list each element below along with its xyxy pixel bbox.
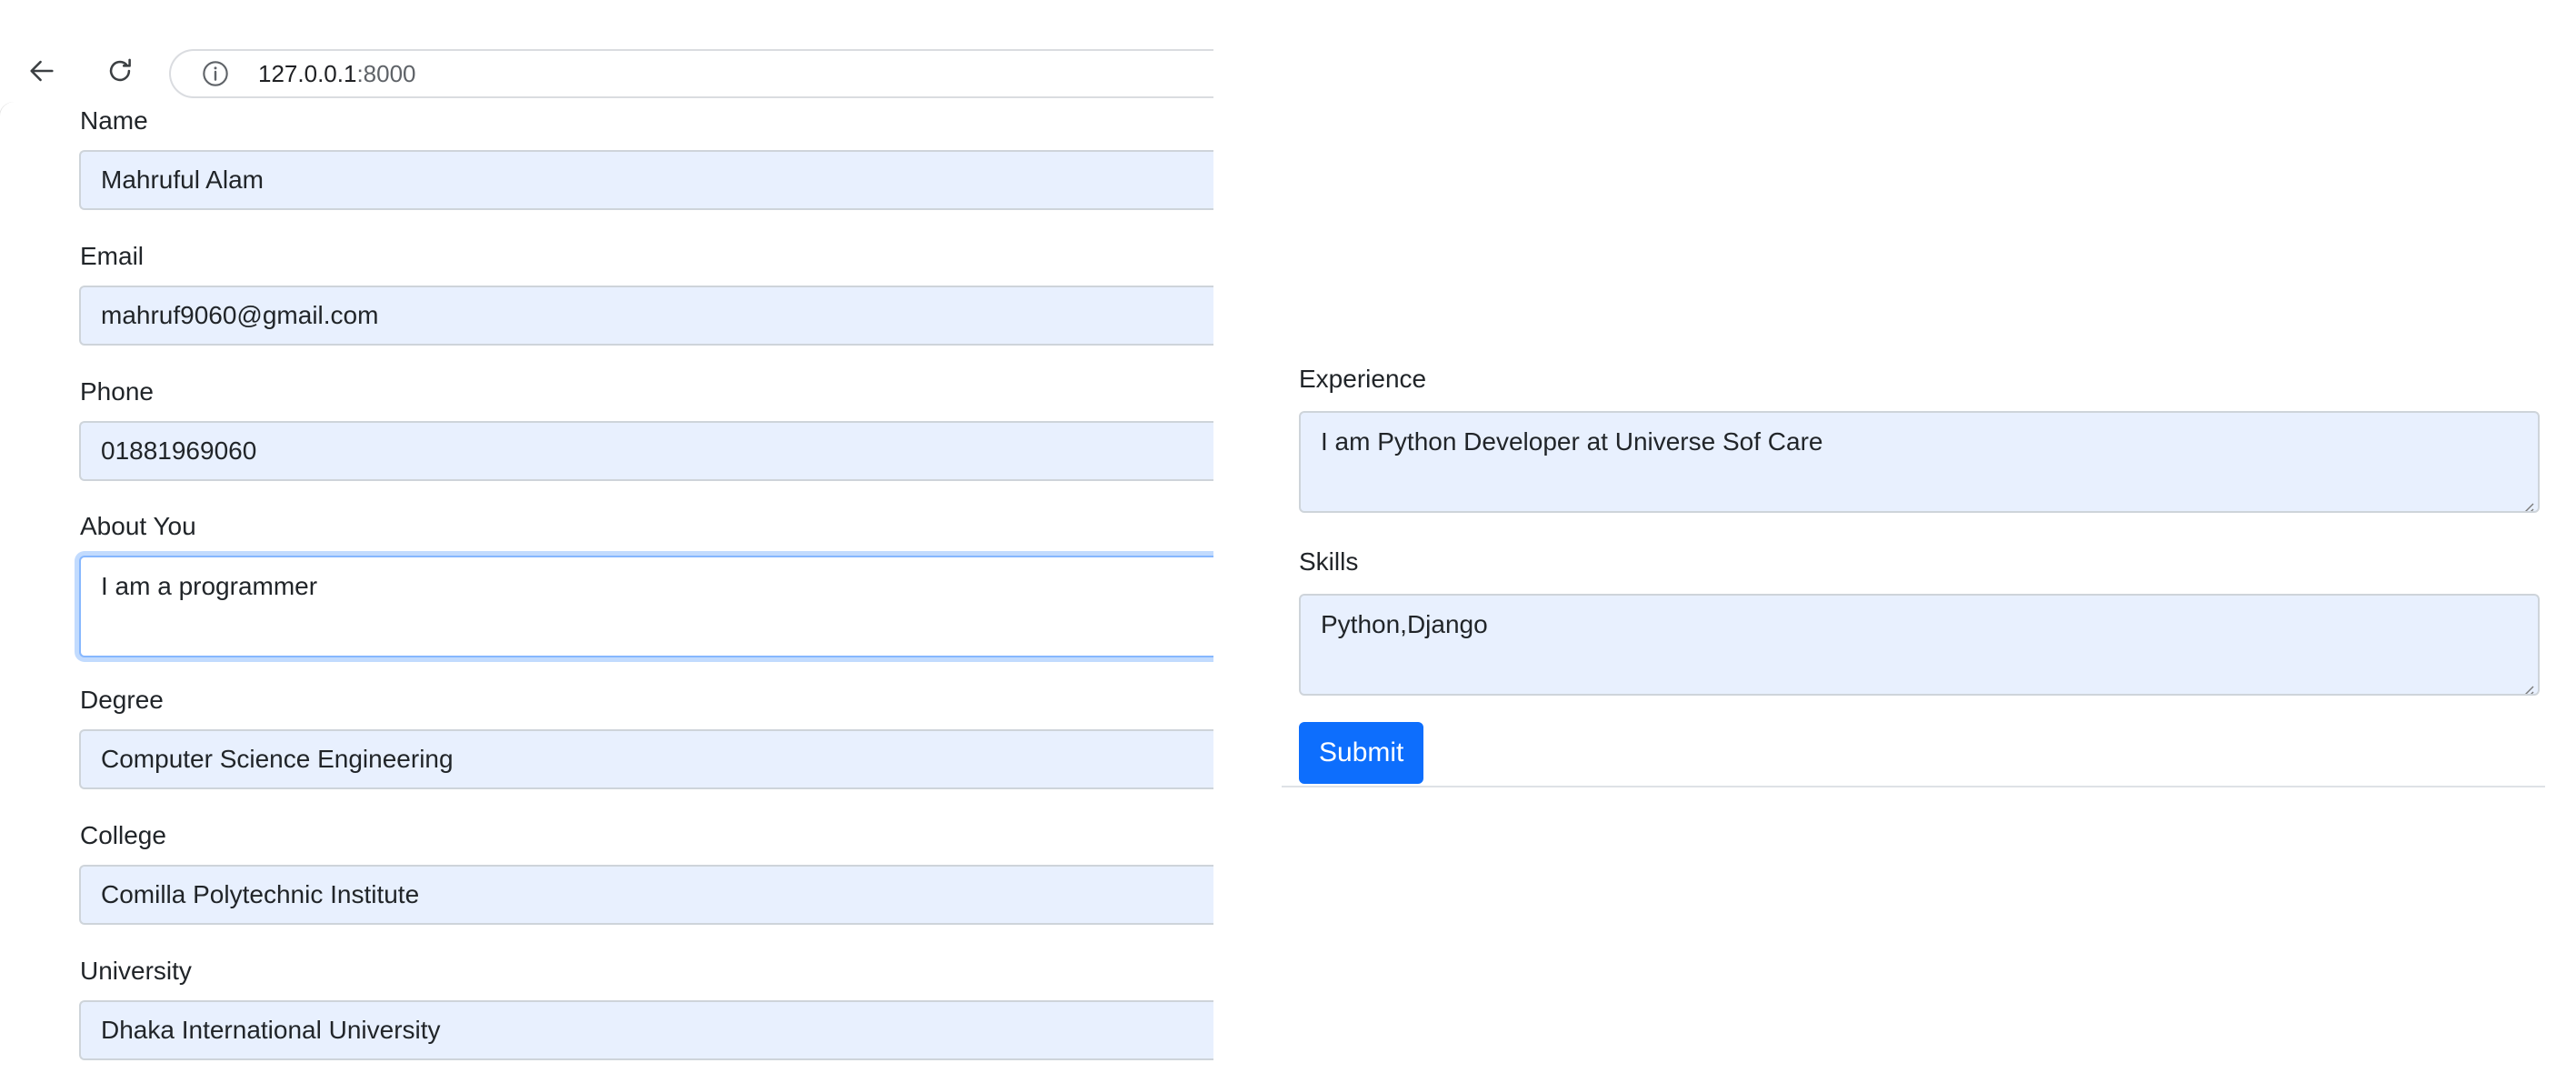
skills-value: Python,Django bbox=[1321, 610, 1488, 638]
info-icon[interactable] bbox=[200, 58, 231, 89]
name-label: Name bbox=[80, 106, 148, 135]
reload-icon bbox=[105, 55, 135, 91]
resize-handle-icon[interactable] bbox=[2520, 493, 2534, 511]
divider bbox=[1282, 786, 2545, 787]
about-textarea[interactable]: I am a programmer bbox=[79, 556, 1213, 657]
phone-label: Phone bbox=[80, 377, 154, 406]
university-input[interactable]: Dhaka International University bbox=[79, 1000, 1213, 1060]
resize-handle-icon[interactable] bbox=[2520, 676, 2534, 694]
page: 127.0.0.1:8000 Name Mahruful Alam Email … bbox=[0, 0, 2576, 1073]
phone-input[interactable]: 01881969060 bbox=[79, 421, 1213, 481]
address-url: 127.0.0.1:8000 bbox=[258, 60, 416, 88]
back-button[interactable] bbox=[16, 47, 67, 98]
about-label: About You bbox=[80, 512, 196, 540]
university-label: University bbox=[80, 957, 192, 985]
skills-textarea[interactable]: Python,Django bbox=[1299, 594, 2540, 696]
reload-button[interactable] bbox=[95, 47, 145, 98]
url-host: 127.0.0.1 bbox=[258, 59, 357, 87]
email-label: Email bbox=[80, 242, 145, 270]
skills-label: Skills bbox=[1299, 547, 1359, 576]
arrow-left-icon bbox=[26, 55, 57, 91]
name-input[interactable]: Mahruful Alam bbox=[79, 150, 1213, 210]
submit-button[interactable]: Submit bbox=[1299, 722, 1424, 784]
degree-input[interactable]: Computer Science Engineering bbox=[79, 729, 1213, 789]
browser-toolbar: 127.0.0.1:8000 bbox=[0, 45, 1213, 102]
url-port: :8000 bbox=[356, 59, 416, 87]
right-form-panel: Experience I am Python Developer at Univ… bbox=[1282, 0, 2545, 787]
experience-label: Experience bbox=[1299, 365, 1427, 393]
college-label: College bbox=[80, 821, 166, 849]
left-form-panel: Name Mahruful Alam Email mahruf9060@gmai… bbox=[0, 102, 1213, 1073]
experience-textarea[interactable]: I am Python Developer at Universe Sof Ca… bbox=[1299, 411, 2540, 513]
degree-label: Degree bbox=[80, 686, 164, 714]
address-bar[interactable]: 127.0.0.1:8000 bbox=[169, 49, 1213, 98]
email-input[interactable]: mahruf9060@gmail.com bbox=[79, 286, 1213, 346]
college-input[interactable]: Comilla Polytechnic Institute bbox=[79, 865, 1213, 925]
experience-value: I am Python Developer at Universe Sof Ca… bbox=[1321, 427, 1823, 456]
